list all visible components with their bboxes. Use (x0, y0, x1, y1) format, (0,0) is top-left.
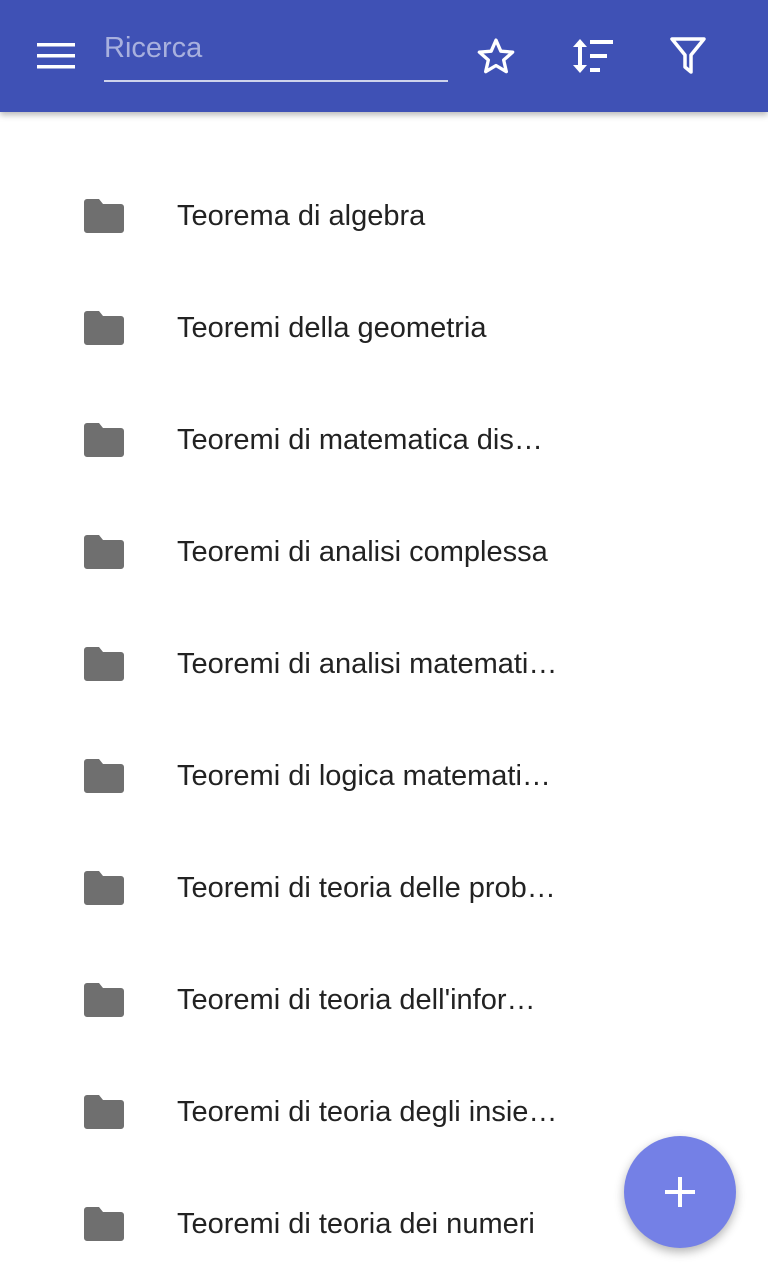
list-item[interactable]: Teorema di algebra (0, 160, 768, 272)
list-item[interactable]: Teoremi di analisi matemati… (0, 608, 768, 720)
list-item[interactable]: Teoremi di teoria dell'infor… (0, 944, 768, 1056)
sort-button[interactable] (564, 28, 620, 84)
filter-button[interactable] (660, 28, 716, 84)
folder-icon (84, 1095, 124, 1129)
folder-icon (84, 871, 124, 905)
list-item[interactable]: Teoremi della geometria (0, 272, 768, 384)
folder-icon (84, 647, 124, 681)
add-icon (665, 1177, 695, 1207)
list-item[interactable]: Teoremi di analisi complessa (0, 496, 768, 608)
list-item-label: Teorema di algebra (177, 199, 426, 232)
list-item-label: Teoremi della geometria (177, 311, 487, 344)
search-input[interactable] (104, 20, 448, 76)
folder-icon (84, 311, 124, 345)
star-outline-icon (477, 38, 515, 74)
list-item-label: Teoremi di analisi matemati… (177, 647, 558, 680)
list-item-label: Teoremi di teoria dell'infor… (177, 983, 536, 1016)
category-list: Teorema di algebra Teoremi della geometr… (0, 160, 768, 1280)
list-item-label: Teoremi di teoria delle prob… (177, 871, 556, 904)
folder-icon (84, 199, 124, 233)
menu-icon (37, 43, 75, 69)
list-item-label: Teoremi di logica matemati… (177, 759, 551, 792)
folder-icon (84, 759, 124, 793)
list-item[interactable]: Teoremi di matematica dis… (0, 384, 768, 496)
list-item-label: Teoremi di teoria degli insie… (177, 1095, 558, 1128)
list-item-label: Teoremi di analisi complessa (177, 535, 548, 568)
menu-button[interactable] (24, 32, 88, 80)
folder-icon (84, 535, 124, 569)
search-field (104, 20, 448, 82)
add-button[interactable] (624, 1136, 736, 1248)
folder-icon (84, 1207, 124, 1241)
favorites-button[interactable] (468, 28, 524, 84)
list-item-label: Teoremi di matematica dis… (177, 423, 543, 456)
app-bar (0, 0, 768, 112)
folder-icon (84, 983, 124, 1017)
list-item[interactable]: Teoremi di logica matemati… (0, 720, 768, 832)
sort-icon (573, 39, 613, 73)
list-item-label: Teoremi di teoria dei numeri (177, 1207, 535, 1240)
list-item[interactable]: Teoremi di teoria delle prob… (0, 832, 768, 944)
filter-icon (670, 37, 706, 74)
folder-icon (84, 423, 124, 457)
